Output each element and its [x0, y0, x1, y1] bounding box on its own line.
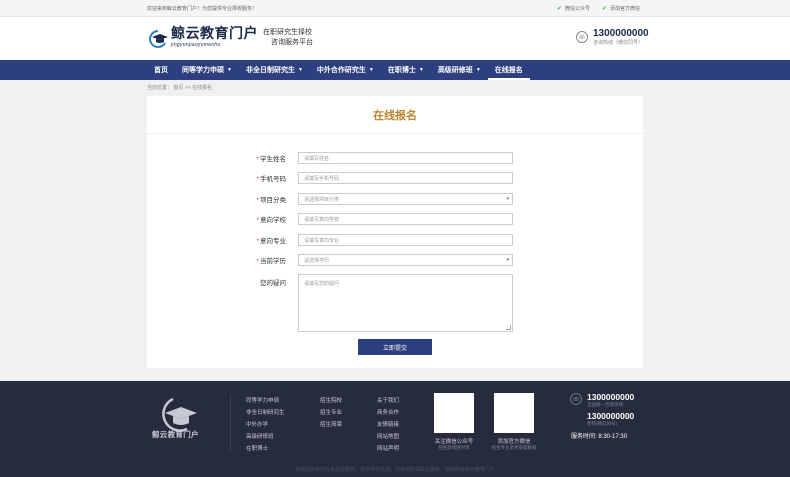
caret-down-icon: ▼	[297, 67, 303, 73]
required-star: *	[256, 176, 259, 183]
required-star: *	[256, 238, 259, 245]
footer-link[interactable]: 同等学力申硕	[246, 396, 285, 404]
logo-pinyin-text: jingyunjiaoyumenhu	[171, 42, 221, 48]
nav-item-doctorate[interactable]: 在职博士 ▼	[381, 60, 431, 80]
header-phone: ☏ 1300000000 咨询热线（微信同号）	[576, 28, 649, 46]
footer-phone-1-sub: 全国统一咨询热线	[587, 402, 623, 407]
caret-down-icon: ▼	[418, 67, 424, 73]
footer-phone-1: 1300000000	[587, 392, 635, 402]
project-category-select[interactable]: 请选择项目分类 ▾	[298, 193, 513, 205]
phone-icon: ☏	[576, 31, 588, 43]
target-major-input[interactable]: 请填写意向专业	[298, 234, 513, 246]
footer-links-programs: 同等学力申硕 非全日制研究生 中外办学 高级研修班 在职博士	[246, 396, 285, 452]
footer-link[interactable]: 高级研修班	[246, 432, 285, 440]
nav-item-advanced-class[interactable]: 高级研修班 ▼	[431, 60, 488, 80]
footer-link[interactable]: 招生简章	[320, 420, 342, 428]
field-label: 学生姓名	[260, 156, 286, 163]
field-label: 意向专业	[260, 238, 286, 245]
select-caret-icon: ▾	[506, 196, 509, 202]
header-phone-sub: 咨询热线（微信同号）	[593, 40, 644, 46]
resize-grip-icon[interactable]	[506, 325, 511, 330]
form-row-category: *项目分类 请选择项目分类 ▾	[147, 193, 513, 205]
footer-link[interactable]: 非全日制研究生	[246, 408, 285, 416]
check-icon: ✔	[601, 6, 607, 12]
slogan: 在职研究生择校 咨询服务平台	[263, 27, 313, 47]
education-select[interactable]: 请选择学历 ▾	[298, 254, 513, 266]
form-row-school: *意向学校 请填写意向学校	[147, 213, 513, 225]
required-star: *	[256, 258, 259, 265]
footer-links-enrollment: 招生院校 招生专业 招生简章	[320, 396, 342, 428]
check-icon: ✔	[556, 6, 562, 12]
site-header: 鲸云教育门户 jingyunjiaoyumenhu 在职研究生择校 咨询服务平台…	[0, 17, 790, 60]
welcome-text: 欢迎来到鲸云教育门户！为您提供专业择校服务！	[147, 6, 258, 12]
breadcrumb: 当前位置： 首页 >> 在线报名	[147, 85, 213, 91]
caret-down-icon: ▼	[475, 67, 481, 73]
submit-button[interactable]: 立即提交	[358, 339, 432, 355]
required-star: *	[256, 197, 259, 204]
nav-item-equivalent-degree[interactable]: 同等学力申硕 ▼	[175, 60, 239, 80]
form-row-question: 您的疑问 请填写您的疑问	[147, 274, 513, 332]
footer-link[interactable]: 关于我们	[377, 396, 399, 404]
footer-links-about: 关于我们 商务合作 友情链接 网站地图 网站声明	[377, 396, 399, 452]
top-bar: 欢迎来到鲸云教育门户！为您提供专业择校服务！ ✔ 微信公众号 ✔ 添加官方微信	[0, 0, 790, 17]
footer-phone-2: 1300000000	[587, 411, 635, 421]
site-logo[interactable]: 鲸云教育门户 jingyunjiaoyumenhu	[147, 27, 258, 48]
wechat-official-qr	[434, 393, 474, 433]
field-label: 项目分类	[260, 197, 286, 204]
qr-caption: 添加官方微信	[497, 439, 531, 445]
required-star: *	[256, 156, 259, 163]
qr-subcaption: 招生政策随时享	[438, 445, 470, 450]
nav-item-sino-foreign[interactable]: 中外合作研究生 ▼	[310, 60, 381, 80]
site-footer: 鲸云教育门户 同等学力申硕 非全日制研究生 中外办学 高级研修班 在职博士 招生…	[0, 381, 790, 477]
form-row-education: *当前学历 请选择学历 ▾	[147, 254, 513, 266]
wechat-official-link[interactable]: ✔ 微信公众号	[557, 5, 590, 12]
footer-link[interactable]: 商务合作	[377, 408, 399, 416]
footer-link[interactable]: 友情链接	[377, 420, 399, 428]
add-wechat-link[interactable]: ✔ 添加官方微信	[602, 5, 640, 12]
footer-link[interactable]: 招生专业	[320, 408, 342, 416]
footer-link[interactable]: 在职博士	[246, 444, 285, 452]
footer-link[interactable]: 网站地图	[377, 432, 399, 440]
page-title: 在线报名	[147, 96, 643, 134]
qr-subcaption: 招生专业老师答疑解惑	[491, 445, 537, 450]
signup-card: 在线报名 *学生姓名 请填写姓名 *手机号码 请填写手机号码 *项目分类 请选择…	[147, 96, 643, 368]
form-row-name: *学生姓名 请填写姓名	[147, 152, 513, 164]
target-school-input[interactable]: 请填写意向学校	[298, 213, 513, 225]
header-phone-number: 1300000000	[593, 28, 649, 39]
main-nav: 首页 同等学力申硕 ▼ 非全日制研究生 ▼ 中外合作研究生 ▼ 在职博士 ▼ 高级研修班…	[0, 60, 790, 80]
nav-item-home[interactable]: 首页	[147, 60, 175, 80]
field-label: 手机号码	[260, 176, 286, 183]
wechat-personal-qr	[494, 393, 534, 433]
slogan-line-1: 在职研究生择校	[263, 28, 312, 36]
service-hours: 服务时间: 8:30-17:30	[571, 434, 628, 440]
footer-link[interactable]: 招生院校	[320, 396, 342, 404]
nav-item-part-time-postgrad[interactable]: 非全日制研究生 ▼	[239, 60, 310, 80]
nav-item-online-signup[interactable]: 在线报名	[487, 60, 530, 80]
footer-divider	[230, 394, 231, 452]
form-row-major: *意向专业 请填写意向专业	[147, 234, 513, 246]
field-label: 意向学校	[260, 217, 286, 224]
phone-icon: ☏	[570, 393, 582, 405]
qr-caption: 关注微信公众号	[434, 439, 474, 445]
caret-down-icon: ▼	[227, 67, 232, 73]
logo-chinese-text: 鲸云教育门户	[171, 27, 258, 42]
graduation-cap-icon	[147, 28, 169, 48]
required-star: *	[256, 217, 259, 224]
copyright: 本网站所有内容来源互联网，仅供参考交流，如有侵权请联系删除，版权所有鲸云教育门户	[294, 467, 495, 473]
student-name-input[interactable]: 请填写姓名	[298, 152, 513, 164]
select-caret-icon: ▾	[506, 257, 509, 263]
footer-phone-2-sub: 老师(微信同号)	[587, 421, 617, 426]
caret-down-icon: ▼	[368, 67, 374, 73]
footer-link[interactable]: 中外办学	[246, 420, 285, 428]
slogan-line-2: 咨询服务平台	[271, 38, 313, 46]
question-textarea[interactable]: 请填写您的疑问	[298, 274, 513, 332]
form-row-phone: *手机号码 请填写手机号码	[147, 172, 513, 184]
footer-contact: ☏ 1300000000 全国统一咨询热线 1300000000 老师(微信同号…	[570, 393, 634, 440]
field-label: 当前学历	[260, 258, 286, 265]
footer-link[interactable]: 网站声明	[377, 444, 399, 452]
field-label: 您的疑问	[260, 280, 286, 287]
footer-logo-text: 鲸云教育门户	[152, 430, 199, 439]
phone-input[interactable]: 请填写手机号码	[298, 172, 513, 184]
